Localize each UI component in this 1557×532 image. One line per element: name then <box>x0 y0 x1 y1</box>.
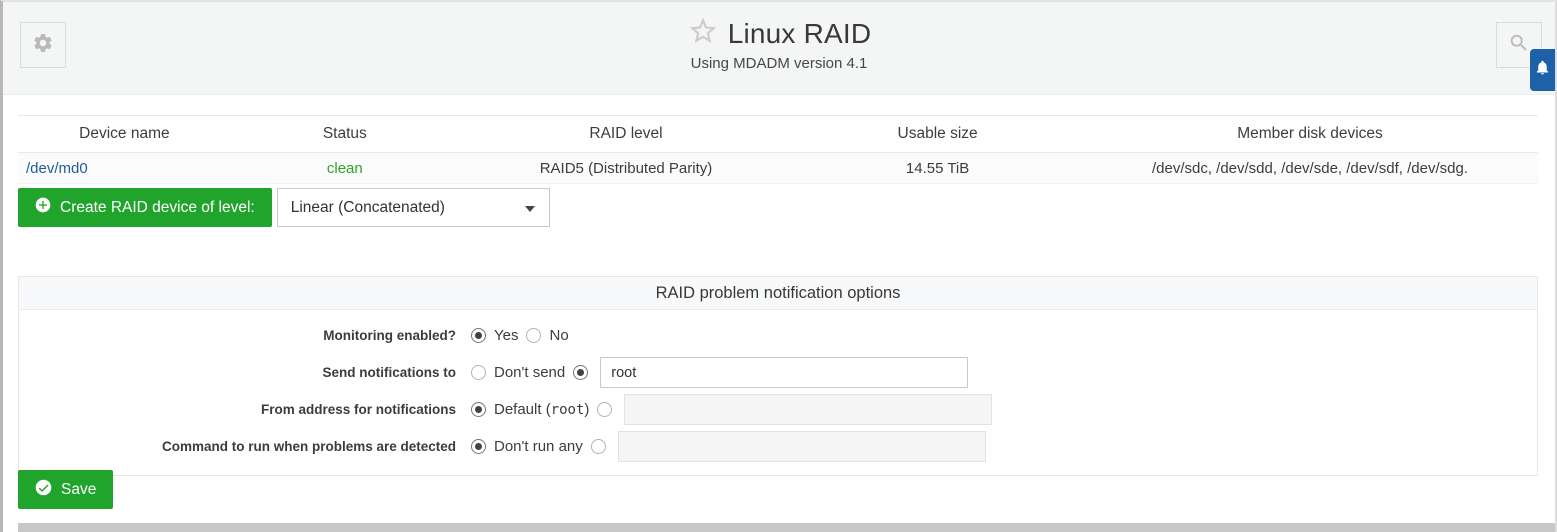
monitoring-enabled-row: Monitoring enabled? Yes No <box>19 317 1537 354</box>
horizontal-scrollbar[interactable] <box>18 523 1555 532</box>
from-default-radio[interactable] <box>471 402 486 417</box>
title-block: Linux RAID Using MDADM version 4.1 <box>3 15 1555 72</box>
page-title: Linux RAID <box>728 18 872 50</box>
raid-level-value: RAID5 (Distributed Parity) <box>459 160 793 177</box>
col-header-device-name: Device name <box>18 125 231 143</box>
create-raid-button-label: Create RAID device of level: <box>60 199 255 217</box>
run-command-input[interactable] <box>618 431 986 462</box>
usable-size-value: 14.55 TiB <box>793 160 1082 177</box>
monitoring-yes-label: Yes <box>494 327 518 344</box>
monitoring-no-radio[interactable] <box>526 328 541 343</box>
star-icon[interactable] <box>687 15 719 52</box>
monitoring-enabled-label: Monitoring enabled? <box>19 328 471 343</box>
panel-body: Monitoring enabled? Yes No Send notifica… <box>19 310 1537 475</box>
save-row: Save <box>18 470 113 509</box>
dont-send-label: Don't send <box>494 364 565 381</box>
raid-devices-table: Device name Status RAID level Usable siz… <box>18 115 1538 184</box>
member-disks-value: /dev/sdc, /dev/sdd, /dev/sde, /dev/sdf, … <box>1082 160 1538 177</box>
from-address-label: From address for notifications <box>19 402 471 417</box>
notification-options-panel: RAID problem notification options Monito… <box>18 276 1538 476</box>
raid-level-select[interactable]: Linear (Concatenated) <box>277 188 550 227</box>
status-value: clean <box>231 160 459 177</box>
col-header-usable-size: Usable size <box>793 125 1082 143</box>
create-raid-row: Create RAID device of level: Linear (Con… <box>18 188 550 227</box>
run-command-radio[interactable] <box>591 439 606 454</box>
create-raid-button[interactable]: Create RAID device of level: <box>18 188 272 227</box>
save-button[interactable]: Save <box>18 470 113 509</box>
table-row: /dev/md0 clean RAID5 (Distributed Parity… <box>18 153 1538 184</box>
col-header-raid-level: RAID level <box>459 125 793 143</box>
check-circle-icon <box>35 479 52 501</box>
col-header-status: Status <box>231 125 459 143</box>
bell-icon <box>1534 59 1551 81</box>
send-to-address-radio[interactable] <box>573 365 588 380</box>
dont-run-label: Don't run any <box>494 438 583 455</box>
from-custom-radio[interactable] <box>597 402 612 417</box>
from-default-mono: root <box>551 402 585 418</box>
page-header: Linux RAID Using MDADM version 4.1 <box>3 2 1555 95</box>
page-subtitle: Using MDADM version 4.1 <box>3 55 1555 72</box>
panel-title: RAID problem notification options <box>19 277 1537 310</box>
send-to-address-input[interactable] <box>600 357 968 388</box>
from-default-label: Default (root) <box>494 401 589 418</box>
app-window: Linux RAID Using MDADM version 4.1 Devic… <box>0 0 1557 532</box>
device-link[interactable]: /dev/md0 <box>26 160 88 177</box>
command-row: Command to run when problems are detecte… <box>19 428 1537 465</box>
monitoring-no-label: No <box>549 327 568 344</box>
search-icon <box>1508 32 1530 59</box>
plus-circle-icon <box>35 197 51 218</box>
col-header-member-disks: Member disk devices <box>1082 125 1538 143</box>
raid-level-select-value: Linear (Concatenated) <box>291 199 445 217</box>
command-label: Command to run when problems are detecte… <box>19 439 471 454</box>
chevron-down-icon <box>525 206 535 212</box>
from-custom-input[interactable] <box>624 394 992 425</box>
from-address-row: From address for notifications Default (… <box>19 391 1537 428</box>
monitoring-yes-radio[interactable] <box>471 328 486 343</box>
table-header-row: Device name Status RAID level Usable siz… <box>18 115 1538 153</box>
save-button-label: Save <box>61 481 96 499</box>
dont-send-radio[interactable] <box>471 365 486 380</box>
notifications-tab[interactable] <box>1530 49 1555 91</box>
dont-run-radio[interactable] <box>471 439 486 454</box>
send-notifications-label: Send notifications to <box>19 365 471 380</box>
send-notifications-row: Send notifications to Don't send <box>19 354 1537 391</box>
